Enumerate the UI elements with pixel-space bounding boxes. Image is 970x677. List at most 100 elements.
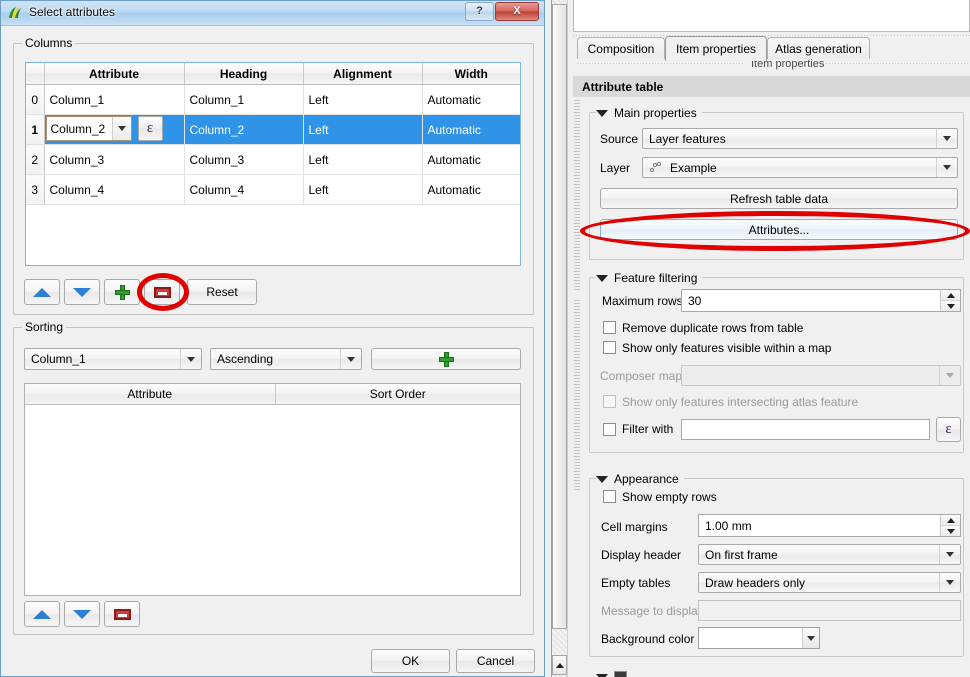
filter-with-checkbox[interactable] [603, 423, 616, 436]
cell-margins-stepper[interactable] [940, 515, 960, 536]
chevron-down-icon[interactable] [180, 349, 201, 369]
background-color-swatch[interactable] [699, 628, 803, 648]
sorting-table[interactable]: Attribute Sort Order [24, 383, 521, 596]
message-to-display-input [698, 600, 961, 621]
stepper-up-icon[interactable] [941, 290, 960, 301]
collapse-triangle-icon[interactable] [596, 109, 608, 117]
chevron-down-icon[interactable] [111, 117, 131, 140]
move-sort-up-button[interactable] [24, 601, 60, 627]
column-header-alignment[interactable]: Alignment [303, 63, 423, 85]
sort-header-attribute[interactable]: Attribute [25, 384, 276, 405]
move-column-up-button[interactable] [24, 279, 60, 305]
cell-alignment[interactable]: Left [303, 174, 423, 205]
feature-filtering-header[interactable]: Feature filtering [596, 271, 703, 285]
move-sort-down-button[interactable] [64, 601, 100, 627]
background-color-button[interactable] [698, 627, 820, 649]
display-header-combo[interactable]: On first frame [698, 544, 961, 565]
cell-width[interactable]: Automatic [422, 144, 520, 175]
column-header-index[interactable] [26, 63, 45, 85]
column-header-heading[interactable]: Heading [184, 63, 304, 85]
tab-atlas-generation[interactable]: Atlas generation [767, 37, 870, 59]
maximum-rows-spinbox[interactable]: 30 [681, 289, 961, 312]
cell-heading[interactable]: Column_4 [184, 174, 304, 205]
collapse-triangle-icon[interactable] [596, 475, 608, 483]
chevron-down-icon[interactable] [939, 545, 960, 564]
cell-alignment[interactable]: Left [303, 84, 423, 115]
maximum-rows-value[interactable]: 30 [682, 294, 940, 308]
source-combo[interactable]: Layer features [642, 128, 958, 149]
move-down-icon [73, 287, 91, 297]
chevron-down-icon[interactable] [340, 349, 361, 369]
stepper-up-icon[interactable] [941, 515, 960, 526]
dock-drag-handle-right[interactable] [823, 61, 970, 67]
table-row[interactable]: 1 Column_2 ε Column_2 Left Automatic [26, 114, 520, 145]
cell-width[interactable]: Automatic [422, 84, 520, 115]
empty-tables-combo[interactable]: Draw headers only [698, 572, 961, 593]
table-row[interactable]: 0 Column_1 Column_1 Left Automatic [26, 84, 520, 115]
close-button[interactable]: X [495, 2, 539, 21]
filter-expression-button[interactable]: ε [936, 417, 961, 442]
stepper-down-icon[interactable] [941, 526, 960, 536]
sort-header-order[interactable]: Sort Order [275, 384, 520, 405]
cell-alignment[interactable]: Left [303, 144, 423, 175]
cell-width[interactable]: Automatic [422, 174, 520, 205]
move-column-down-button[interactable] [64, 279, 100, 305]
stepper-down-icon[interactable] [941, 301, 960, 311]
message-to-display-label: Message to display [601, 604, 704, 618]
cell-attribute[interactable]: Column_1 [44, 84, 185, 115]
scroll-down-button[interactable] [552, 655, 567, 675]
visible-within-map-checkbox[interactable] [603, 341, 616, 354]
table-row[interactable]: 2 Column_3 Column_3 Left Automatic [26, 144, 520, 175]
cell-margins-value[interactable]: 1.00 mm [699, 519, 940, 533]
maximum-rows-label: Maximum rows [602, 294, 683, 308]
sort-order-combo[interactable]: Ascending [210, 348, 362, 370]
collapse-triangle-icon[interactable] [596, 274, 608, 282]
row-index: 0 [26, 84, 45, 115]
chevron-down-icon[interactable] [803, 628, 819, 648]
ok-button[interactable]: OK [371, 649, 450, 673]
expression-button[interactable]: ε [137, 116, 163, 141]
main-properties-header[interactable]: Main properties [596, 106, 702, 120]
cell-heading[interactable]: Column_3 [184, 144, 304, 175]
maximum-rows-stepper[interactable] [940, 290, 960, 311]
attributes-button[interactable]: Attributes... [600, 219, 958, 240]
cancel-button[interactable]: Cancel [456, 649, 535, 673]
refresh-table-data-button[interactable]: Refresh table data [600, 188, 958, 209]
cell-width[interactable]: Automatic [422, 114, 520, 145]
dock-drag-handle-left[interactable] [577, 61, 745, 67]
add-column-button[interactable] [104, 279, 140, 305]
show-grid-checkbox[interactable] [614, 670, 627, 677]
reset-button[interactable]: Reset [187, 279, 257, 305]
column-header-attribute[interactable]: Attribute [44, 63, 185, 85]
tab-composition[interactable]: Composition [577, 37, 665, 59]
cell-attribute-editor[interactable]: Column_2 ε [44, 114, 185, 145]
layer-combo[interactable]: Example [642, 157, 958, 178]
appearance-header[interactable]: Appearance [596, 472, 684, 486]
columns-table[interactable]: Attribute Heading Alignment Width 0 Colu… [25, 62, 521, 266]
column-header-width[interactable]: Width [422, 63, 520, 85]
remove-sort-button[interactable] [104, 601, 140, 627]
chevron-down-icon[interactable] [936, 129, 957, 148]
attribute-combo[interactable]: Column_2 [45, 116, 132, 141]
sort-attribute-combo[interactable]: Column_1 [24, 348, 202, 370]
remove-duplicate-rows-checkbox[interactable] [603, 321, 616, 334]
dialog-titlebar[interactable]: Select attributes ? X [1, 1, 544, 26]
cell-attribute[interactable]: Column_3 [44, 144, 185, 175]
show-empty-rows-checkbox[interactable] [603, 490, 616, 503]
add-sort-rule-button[interactable] [371, 348, 521, 370]
cell-heading[interactable]: Column_1 [184, 84, 304, 115]
chevron-down-icon[interactable] [936, 158, 957, 177]
help-button[interactable]: ? [465, 2, 494, 21]
filter-expression-input[interactable] [681, 419, 930, 440]
table-row[interactable]: 3 Column_4 Column_4 Left Automatic [26, 174, 520, 205]
show-grid-header[interactable] [596, 670, 636, 677]
cell-heading[interactable]: Column_2 [184, 114, 304, 145]
cell-alignment[interactable]: Left [303, 114, 423, 145]
panel-scrollbar-thumb[interactable] [552, 4, 567, 629]
cell-attribute[interactable]: Column_4 [44, 174, 185, 205]
cell-margins-spinbox[interactable]: 1.00 mm [698, 514, 961, 537]
chevron-down-icon[interactable] [939, 573, 960, 592]
remove-column-button[interactable] [144, 279, 180, 305]
collapse-triangle-icon[interactable] [596, 673, 608, 677]
tab-item-properties[interactable]: Item properties [665, 36, 767, 61]
